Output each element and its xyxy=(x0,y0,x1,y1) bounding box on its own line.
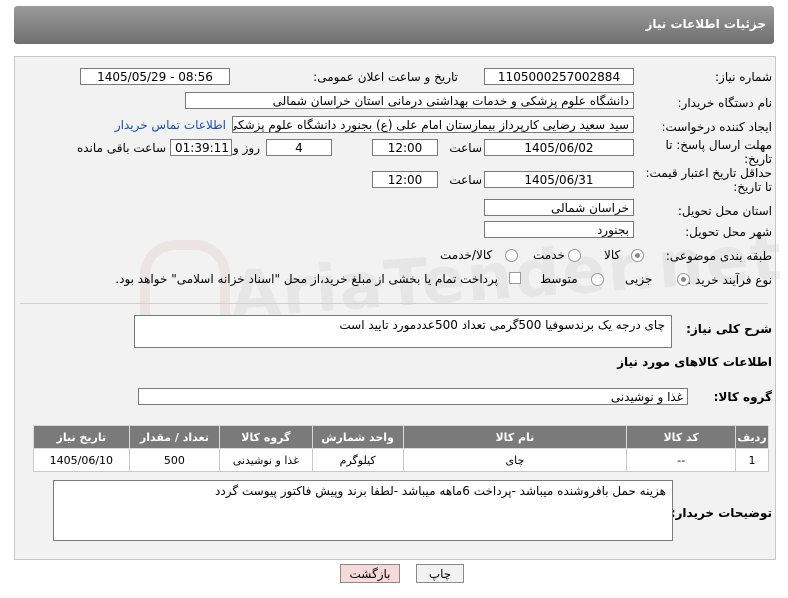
print-button[interactable]: چاپ xyxy=(416,564,464,583)
price-time-label: ساعت xyxy=(449,173,482,187)
goods-group-label: گروه کالا: xyxy=(713,390,772,404)
need-number-field[interactable]: 1105000257002884 xyxy=(484,68,634,85)
buyer-org-field[interactable]: دانشگاه علوم پزشکی و خدمات بهداشتی درمان… xyxy=(185,92,634,109)
process-medium-label: متوسط xyxy=(540,272,578,286)
buyer-notes-label: توضیحات خریدار: xyxy=(670,506,772,520)
city-field[interactable]: بجنورد xyxy=(484,221,634,238)
buyer-notes-textarea[interactable]: هزینه حمل بافروشنده میباشد -پرداخت 6ماهه… xyxy=(53,480,673,541)
need-number-label: شماره نیاز: xyxy=(715,70,772,84)
remaining-time-field[interactable]: 01:39:11 xyxy=(170,139,232,156)
item-name: چای xyxy=(402,448,628,472)
days-label: روز و xyxy=(233,141,260,155)
treasury-payment-note: پرداخت تمام یا بخشی از مبلغ خرید،از محل … xyxy=(115,272,498,286)
item-group: غذا و نوشیدنی xyxy=(219,448,313,472)
province-field[interactable]: خراسان شمالی xyxy=(484,199,634,216)
remaining-label: ساعت باقی مانده xyxy=(76,141,166,155)
price-time-field[interactable]: 12:00 xyxy=(372,171,438,188)
buyer-org-label: نام دستگاه خریدار: xyxy=(677,96,773,110)
reply-deadline-label: مهلت ارسال پاسخ: تا تاریخ: xyxy=(665,138,772,166)
goods-table: ردیف کد کالا نام کالا واحد شمارش گروه کا… xyxy=(33,425,769,472)
contact-buyer-link[interactable]: اطلاعات تماس خریدار xyxy=(115,118,226,132)
column-header: نام کالا xyxy=(402,425,628,449)
creator-label: ایجاد کننده درخواست: xyxy=(661,120,772,134)
process-minor-label: جزیی xyxy=(625,272,653,286)
page-header: جزئیات اطلاعات نیاز xyxy=(0,0,788,48)
reply-time-field[interactable]: 12:00 xyxy=(372,139,438,156)
column-header: تعداد / مقدار xyxy=(128,425,221,449)
column-header: ردیف xyxy=(735,425,769,449)
treasury-payment-checkbox[interactable] xyxy=(509,272,521,284)
days-field[interactable]: 4 xyxy=(266,139,332,156)
province-label: استان محل تحویل: xyxy=(677,204,772,218)
category-goods-label: کالا xyxy=(604,248,621,262)
category-goods-radio[interactable] xyxy=(631,249,644,262)
column-header: واحد شمارش xyxy=(311,425,404,449)
table-header-row: ردیف کد کالا نام کالا واحد شمارش گروه کا… xyxy=(33,425,769,449)
reply-date-field[interactable]: 1405/06/02 xyxy=(484,139,634,156)
column-header: گروه کالا xyxy=(219,425,313,449)
city-label: شهر محل تحویل: xyxy=(685,225,772,239)
price-deadline-label: حداقل تاریخ اعتبار قیمت: تا تاریخ: xyxy=(645,166,772,194)
creator-field[interactable]: سید سعید رضایی کارپرداز بیمارستان امام ع… xyxy=(232,116,634,133)
description-label: شرح کلی نیاز: xyxy=(686,322,772,336)
process-medium-radio[interactable] xyxy=(591,273,604,286)
category-service-label: خدمت xyxy=(533,248,565,262)
item-need-date: 1405/06/10 xyxy=(33,448,130,472)
table-row[interactable]: 1 -- چای کیلوگرم غذا و نوشیدنی 500 1405/… xyxy=(33,448,769,472)
goods-section-title: اطلاعات کالاهای مورد نیاز xyxy=(617,355,772,369)
row-number: 1 xyxy=(735,448,769,472)
item-unit: کیلوگرم xyxy=(311,448,404,472)
reply-time-label: ساعت xyxy=(449,141,482,155)
divider xyxy=(20,303,768,304)
announce-label: تاریخ و ساعت اعلان عمومی: xyxy=(313,70,458,84)
item-quantity: 500 xyxy=(128,448,221,472)
announce-field[interactable]: 1405/05/29 - 08:56 xyxy=(80,68,230,85)
category-both-radio[interactable] xyxy=(505,249,518,262)
page-title: جزئیات اطلاعات نیاز xyxy=(645,17,766,31)
category-both-label: کالا/خدمت xyxy=(440,248,493,262)
column-header: کد کالا xyxy=(626,425,737,449)
description-textarea[interactable]: چای درجه یک برندسوفیا 500گرمی تعداد 500ع… xyxy=(134,315,672,348)
item-code: -- xyxy=(626,448,737,472)
goods-group-field[interactable]: غذا و نوشیدنی xyxy=(138,388,688,405)
column-header: تاریخ نیاز xyxy=(33,425,130,449)
category-service-radio[interactable] xyxy=(568,249,581,262)
process-label: نوع فرآیند خرید : xyxy=(687,273,772,287)
price-date-field[interactable]: 1405/06/31 xyxy=(484,171,634,188)
category-label: طبقه بندی موضوعی: xyxy=(665,249,772,263)
back-button[interactable]: بازگشت xyxy=(340,564,400,583)
process-minor-radio[interactable] xyxy=(677,273,690,286)
